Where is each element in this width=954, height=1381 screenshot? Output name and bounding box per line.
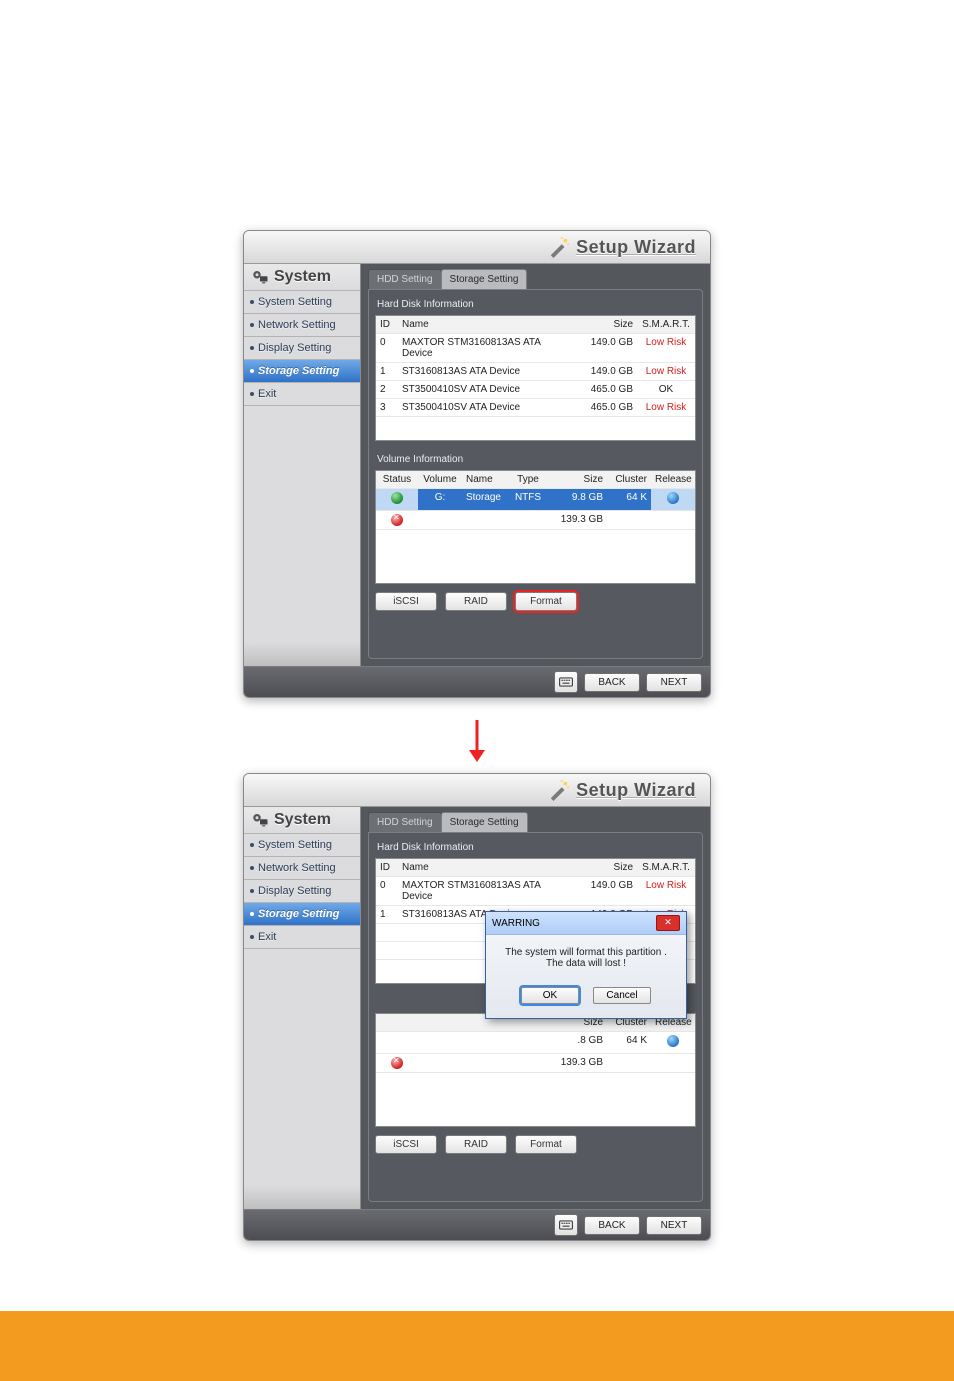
raid-button[interactable]: RAID — [445, 1135, 507, 1154]
col-id[interactable]: ID — [376, 316, 398, 333]
col-vsize[interactable]: Size — [551, 471, 607, 488]
format-button[interactable]: Format — [515, 592, 577, 611]
hdd-row[interactable]: 3 ST3500410SV ATA Device 465.0 GB Low Ri… — [376, 399, 695, 417]
hdd-table: ID Name Size S.M.A.R.T. 0 MAXTOR STM3160… — [375, 315, 696, 441]
dialog-title: WARRING — [492, 918, 540, 929]
col-size[interactable]: Size — [577, 859, 637, 876]
col-release[interactable]: Release — [651, 471, 695, 488]
release-icon[interactable] — [667, 492, 679, 504]
hdd-section-title: Hard Disk Information — [375, 296, 696, 315]
col-name[interactable]: Name — [398, 316, 577, 333]
sidebar-item-network-setting[interactable]: Network Setting — [244, 857, 360, 880]
wand-icon — [548, 779, 570, 801]
volume-row[interactable]: 139.3 GB — [376, 511, 695, 530]
volume-row[interactable]: 139.3 GB — [376, 1054, 695, 1073]
hdd-row[interactable]: 2 ST3500410SV ATA Device 465.0 GB OK — [376, 381, 695, 399]
col-cluster[interactable]: Cluster — [607, 471, 651, 488]
wand-icon — [548, 236, 570, 258]
status-error-icon — [391, 1057, 403, 1069]
warning-dialog: WARRING ✕ The system will format this pa… — [485, 911, 687, 1019]
hdd-row[interactable]: 1 ST3160813AS ATA Device 149.0 GB Low Ri… — [376, 363, 695, 381]
status-ok-icon — [391, 492, 403, 504]
sidebar: System System Setting Network Setting Di… — [244, 264, 361, 666]
page-footer-bar — [0, 1311, 954, 1381]
tab-hdd-setting[interactable]: HDD Setting — [368, 269, 442, 289]
volume-row[interactable]: .8 GB 64 K — [376, 1032, 695, 1054]
hdd-row[interactable]: 0 MAXTOR STM3160813AS ATA Device 149.0 G… — [376, 877, 695, 906]
col-size[interactable]: Size — [577, 316, 637, 333]
dialog-ok-button[interactable]: OK — [521, 987, 579, 1004]
back-button[interactable]: BACK — [584, 1216, 640, 1235]
keyboard-button[interactable] — [554, 671, 578, 693]
format-button[interactable]: Format — [515, 1135, 577, 1154]
tab-hdd-setting[interactable]: HDD Setting — [368, 812, 442, 832]
sidebar-item-display-setting[interactable]: Display Setting — [244, 880, 360, 903]
dialog-cancel-button[interactable]: Cancel — [593, 987, 651, 1004]
wizard-title: Setup Wizard — [576, 780, 696, 801]
sidebar-title: System — [244, 264, 360, 291]
main-panel: HDD Setting Storage Setting Hard Disk In… — [361, 807, 710, 1209]
dialog-message: The system will format this partition . … — [486, 935, 686, 981]
wizard-title: Setup Wizard — [576, 237, 696, 258]
sidebar-item-system-setting[interactable]: System Setting — [244, 291, 360, 314]
keyboard-icon — [559, 1220, 573, 1230]
volume-row[interactable]: G: Storage NTFS 9.8 GB 64 K — [376, 489, 695, 511]
back-button[interactable]: BACK — [584, 673, 640, 692]
col-status[interactable]: Status — [376, 471, 418, 488]
gear-monitor-icon — [250, 811, 270, 829]
wizard-window-bottom: Setup Wizard System System Setting Netwo… — [243, 773, 711, 1241]
sidebar-item-storage-setting[interactable]: Storage Setting — [244, 903, 360, 926]
status-error-icon — [391, 514, 403, 526]
hdd-section-title: Hard Disk Information — [375, 839, 696, 858]
release-icon[interactable] — [667, 1035, 679, 1047]
main-panel: HDD Setting Storage Setting Hard Disk In… — [361, 264, 710, 666]
col-smart[interactable]: S.M.A.R.T. — [637, 316, 695, 333]
volume-table: Size Cluster Release .8 GB 64 K — [375, 1013, 696, 1127]
vol-section-title: Volume Information — [375, 451, 696, 470]
tab-storage-setting[interactable]: Storage Setting — [441, 269, 528, 289]
col-volume[interactable]: Volume — [418, 471, 462, 488]
col-name[interactable]: Name — [398, 859, 577, 876]
next-button[interactable]: NEXT — [646, 1216, 702, 1235]
arrow-down-icon — [465, 718, 489, 767]
dialog-close-button[interactable]: ✕ — [656, 915, 680, 931]
keyboard-button[interactable] — [554, 1214, 578, 1236]
sidebar-item-display-setting[interactable]: Display Setting — [244, 337, 360, 360]
volume-table: Status Volume Name Type Size Cluster Rel… — [375, 470, 696, 584]
sidebar-item-storage-setting[interactable]: Storage Setting — [244, 360, 360, 383]
col-type[interactable]: Type — [505, 471, 551, 488]
col-id[interactable]: ID — [376, 859, 398, 876]
keyboard-icon — [559, 677, 573, 687]
col-vname[interactable]: Name — [462, 471, 505, 488]
hdd-row[interactable]: 0 MAXTOR STM3160813AS ATA Device 149.0 G… — [376, 334, 695, 363]
wizard-header: Setup Wizard — [244, 231, 710, 264]
sidebar-item-exit[interactable]: Exit — [244, 383, 360, 406]
sidebar: System System Setting Network Setting Di… — [244, 807, 361, 1209]
raid-button[interactable]: RAID — [445, 592, 507, 611]
iscsi-button[interactable]: iSCSI — [375, 1135, 437, 1154]
iscsi-button[interactable]: iSCSI — [375, 592, 437, 611]
gear-monitor-icon — [250, 268, 270, 286]
sidebar-item-network-setting[interactable]: Network Setting — [244, 314, 360, 337]
sidebar-item-system-setting[interactable]: System Setting — [244, 834, 360, 857]
tab-storage-setting[interactable]: Storage Setting — [441, 812, 528, 832]
sidebar-item-exit[interactable]: Exit — [244, 926, 360, 949]
next-button[interactable]: NEXT — [646, 673, 702, 692]
sidebar-title: System — [244, 807, 360, 834]
wizard-header: Setup Wizard — [244, 774, 710, 807]
wizard-window-top: Setup Wizard System System Setting Netwo… — [243, 230, 711, 698]
col-smart[interactable]: S.M.A.R.T. — [637, 859, 695, 876]
